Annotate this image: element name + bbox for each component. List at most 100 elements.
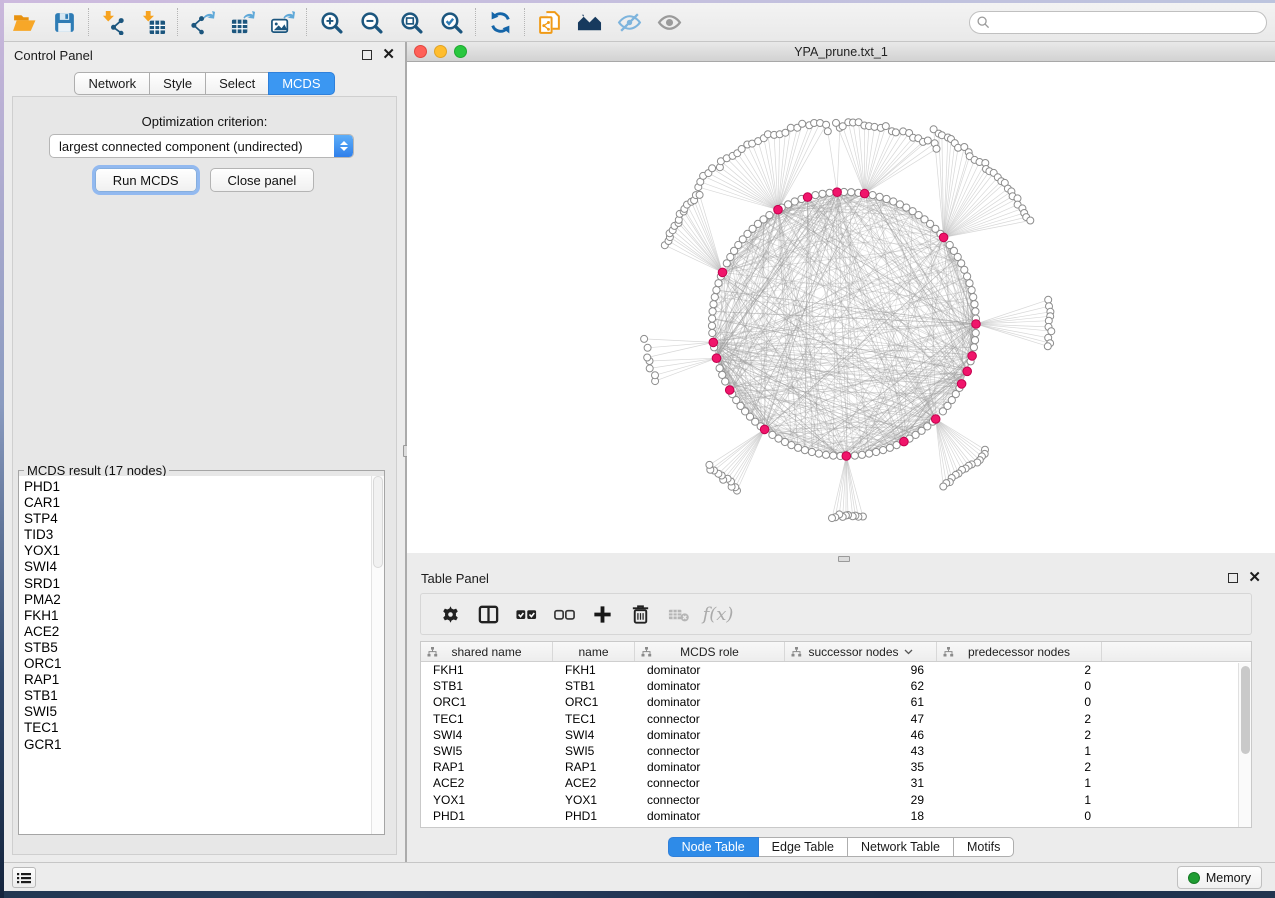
tab-network[interactable]: Network	[74, 72, 150, 95]
network-node[interactable]	[644, 344, 651, 351]
network-node[interactable]	[791, 198, 798, 205]
status-menu-button[interactable]	[12, 867, 36, 888]
network-node[interactable]	[641, 335, 648, 342]
mcds-result-item[interactable]: PHD1	[24, 479, 384, 495]
network-node[interactable]	[709, 329, 716, 336]
network-node[interactable]	[766, 212, 773, 219]
save-session-button[interactable]	[44, 5, 84, 39]
column-header-name[interactable]: name	[553, 642, 635, 661]
network-node[interactable]	[893, 442, 900, 449]
mcds-result-item[interactable]: FKH1	[24, 608, 384, 624]
tab-style[interactable]: Style	[149, 72, 206, 95]
network-node[interactable]	[830, 452, 837, 459]
delete-column-button[interactable]	[621, 596, 659, 632]
table-row[interactable]: STB1STB1dominator620	[421, 678, 1251, 694]
table-row[interactable]: SWI4SWI4dominator462	[421, 727, 1251, 743]
tab-mcds[interactable]: MCDS	[268, 72, 334, 95]
network-node[interactable]	[715, 280, 722, 287]
network-node[interactable]	[644, 354, 651, 361]
network-node[interactable]	[970, 294, 977, 301]
mcds-result-item[interactable]: YOX1	[24, 543, 384, 559]
export-table-button[interactable]	[222, 5, 262, 39]
network-node[interactable]	[822, 451, 829, 458]
deselect-all-button[interactable]	[545, 596, 583, 632]
mcds-result-item[interactable]: ORC1	[24, 656, 384, 672]
mcds-node[interactable]	[939, 233, 948, 242]
network-node[interactable]	[808, 448, 815, 455]
mcds-result-item[interactable]: ACE2	[24, 624, 384, 640]
mcds-node[interactable]	[725, 386, 734, 395]
network-node[interactable]	[1044, 343, 1051, 350]
scrollbar-thumb[interactable]	[1241, 666, 1250, 754]
mcds-node[interactable]	[709, 338, 718, 347]
network-node[interactable]	[964, 273, 971, 280]
network-node[interactable]	[719, 371, 726, 378]
mcds-result-item[interactable]: RAP1	[24, 672, 384, 688]
mcds-result-item[interactable]: CAR1	[24, 495, 384, 511]
network-node[interactable]	[799, 120, 806, 127]
hide-selected-button[interactable]	[609, 5, 649, 39]
network-node[interactable]	[880, 447, 887, 454]
network-node[interactable]	[971, 301, 978, 308]
column-header-predecessor-nodes[interactable]: predecessor nodes	[937, 642, 1102, 661]
mcds-node[interactable]	[931, 415, 940, 424]
zoom-fit-button[interactable]	[391, 5, 431, 39]
network-node[interactable]	[709, 315, 716, 322]
network-node[interactable]	[819, 190, 826, 197]
network-node[interactable]	[812, 192, 819, 199]
network-node[interactable]	[823, 121, 830, 128]
table-row[interactable]: TEC1TEC1connector472	[421, 711, 1251, 727]
mcds-node[interactable]	[963, 367, 972, 376]
import-network-button[interactable]	[93, 5, 133, 39]
network-canvas[interactable]	[407, 62, 1275, 553]
mcds-list-scrollbar[interactable]	[371, 476, 384, 834]
network-node[interactable]	[966, 280, 973, 287]
float-panel-icon[interactable]	[1228, 573, 1238, 583]
split-view-button[interactable]	[469, 596, 507, 632]
table-row[interactable]: RAP1RAP1dominator352	[421, 759, 1251, 775]
network-node[interactable]	[709, 308, 716, 315]
network-node[interactable]	[709, 165, 716, 172]
network-node[interactable]	[826, 189, 833, 196]
network-node[interactable]	[815, 450, 822, 457]
search-input[interactable]	[969, 11, 1267, 34]
add-column-button[interactable]	[583, 596, 621, 632]
mcds-result-item[interactable]: TID3	[24, 527, 384, 543]
mcds-result-item[interactable]: SRD1	[24, 576, 384, 592]
network-node[interactable]	[769, 431, 776, 438]
mcds-node[interactable]	[774, 205, 783, 214]
tab-network-table[interactable]: Network Table	[847, 837, 954, 857]
network-node[interactable]	[652, 372, 659, 379]
network-node[interactable]	[787, 124, 794, 131]
export-network-button[interactable]	[182, 5, 222, 39]
network-node[interactable]	[708, 322, 715, 329]
network-node[interactable]	[795, 444, 802, 451]
tab-edge-table[interactable]: Edge Table	[758, 837, 848, 857]
zoom-out-button[interactable]	[351, 5, 391, 39]
mcds-node[interactable]	[968, 352, 977, 361]
mcds-result-item[interactable]: PMA2	[24, 592, 384, 608]
network-node[interactable]	[851, 452, 858, 459]
network-node[interactable]	[939, 408, 946, 415]
network-node[interactable]	[833, 119, 840, 126]
tab-select[interactable]: Select	[205, 72, 269, 95]
network-node[interactable]	[972, 329, 979, 336]
run-mcds-button[interactable]: Run MCDS	[95, 168, 197, 192]
network-node[interactable]	[882, 123, 889, 130]
network-node[interactable]	[1027, 217, 1034, 224]
mcds-result-item[interactable]: GCR1	[24, 737, 384, 753]
tab-node-table[interactable]: Node Table	[668, 837, 759, 857]
mcds-node[interactable]	[712, 354, 721, 363]
close-panel-button[interactable]: Close panel	[210, 168, 315, 192]
mcds-result-item[interactable]: SWI5	[24, 704, 384, 720]
network-node[interactable]	[873, 448, 880, 455]
network-node[interactable]	[801, 447, 808, 454]
table-row[interactable]: FKH1FKH1dominator962	[421, 662, 1251, 678]
mcds-result-item[interactable]: TEC1	[24, 720, 384, 736]
network-node[interactable]	[858, 451, 865, 458]
network-node[interactable]	[1048, 328, 1055, 335]
table-scrollbar[interactable]	[1238, 663, 1251, 827]
network-node[interactable]	[876, 193, 883, 200]
network-node[interactable]	[829, 515, 836, 522]
column-header-successor-nodes[interactable]: successor nodes	[785, 642, 937, 661]
